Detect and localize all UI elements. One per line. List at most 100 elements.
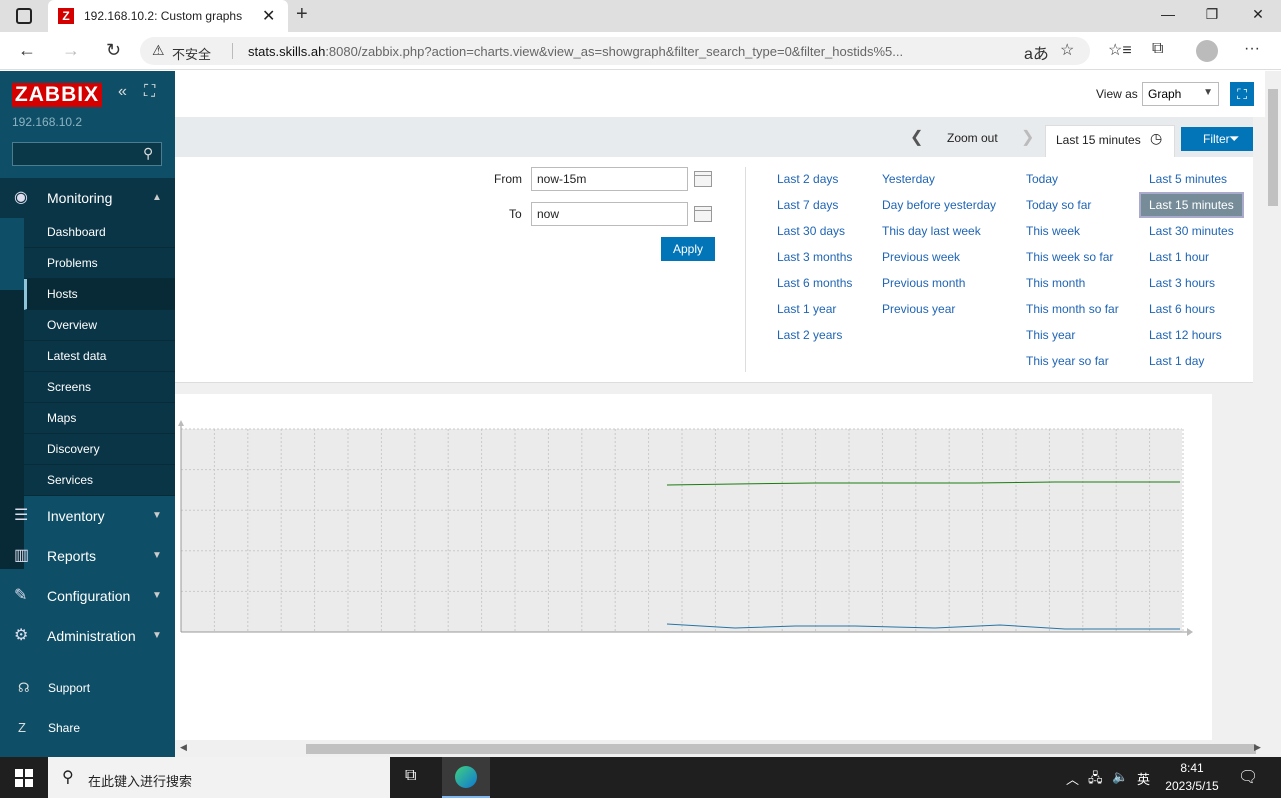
quick-range-link[interactable]: Last 3 hours — [1149, 276, 1215, 290]
from-input[interactable]: now-15m — [531, 167, 688, 191]
menu-inventory[interactable]: ☰ Inventory ▼ — [0, 496, 175, 536]
add-favorite-icon[interactable]: ☆ — [1060, 40, 1074, 60]
volume-icon[interactable]: 🔈 — [1112, 769, 1128, 785]
menu-monitoring[interactable]: ◉ Monitoring ▲ — [0, 178, 175, 218]
share-link[interactable]: Z Share — [0, 708, 175, 748]
quick-range-link[interactable]: Last 6 months — [777, 276, 852, 290]
sidebar-item-problems[interactable]: Problems — [24, 248, 175, 279]
quick-range-link[interactable]: Last 6 hours — [1149, 302, 1215, 316]
vertical-scrollbar[interactable] — [1265, 71, 1281, 757]
quick-range-link[interactable]: Last 1 day — [1149, 354, 1204, 368]
quick-range-link[interactable]: Yesterday — [882, 172, 935, 186]
menu-reports[interactable]: ▥ Reports ▼ — [0, 536, 175, 576]
quick-range-link[interactable]: This day last week — [882, 224, 981, 238]
url-text[interactable]: stats.skills.ah:8080/zabbix.php?action=c… — [248, 44, 903, 59]
notification-icon[interactable]: 🗨 — [1238, 767, 1258, 787]
quick-range-link[interactable]: This week — [1026, 224, 1080, 238]
zabbix-logo[interactable]: ZABBIX — [12, 83, 102, 107]
quick-range-link[interactable]: This month so far — [1026, 302, 1119, 316]
quick-range-link[interactable]: Last 2 days — [777, 172, 838, 186]
quick-range-link[interactable]: Last 30 days — [777, 224, 845, 238]
sidebar-item-services[interactable]: Services — [24, 465, 175, 496]
chevron-down-icon: ▼ — [152, 550, 162, 561]
quick-range-link[interactable]: Last 3 months — [777, 250, 852, 264]
browser-tab[interactable]: Z 192.168.10.2: Custom graphs ✕ — [48, 0, 288, 32]
quick-range-link[interactable]: Today so far — [1026, 198, 1091, 212]
quick-range-link[interactable]: Last 1 year — [777, 302, 836, 316]
collections-icon[interactable]: ⧉ — [1152, 40, 1163, 58]
sidebar-search-input[interactable]: ⚲ — [12, 142, 162, 166]
url-field[interactable]: ⚠ 不安全 stats.skills.ah:8080/zabbix.php?ac… — [140, 37, 1090, 65]
forward-icon[interactable]: → — [62, 40, 80, 61]
sidebar-item-discovery[interactable]: Discovery — [24, 434, 175, 465]
calendar-icon[interactable] — [694, 171, 712, 187]
quick-range-link[interactable]: Day before yesterday — [882, 198, 996, 212]
scroll-right-icon[interactable]: ▶ — [1254, 742, 1261, 753]
more-menu-icon[interactable]: ··· — [1244, 40, 1260, 58]
minimize-icon[interactable]: — — [1153, 6, 1183, 22]
profile-avatar[interactable] — [1196, 40, 1218, 62]
sidebar-item-screens[interactable]: Screens — [24, 372, 175, 403]
collapse-sidebar-icon[interactable]: « — [118, 83, 127, 101]
horizontal-scrollbar[interactable]: ◀ ▶ — [175, 740, 1265, 757]
custom-graph[interactable] — [175, 394, 1212, 740]
horizontal-scroll-thumb[interactable] — [306, 744, 1256, 754]
read-aloud-icon[interactable]: aあ — [1024, 40, 1049, 64]
edge-taskbar-icon[interactable] — [442, 757, 490, 798]
sidebar-item-dashboard[interactable]: Dashboard — [24, 217, 175, 248]
windows-start-icon[interactable] — [15, 769, 33, 787]
filter-button[interactable]: Filter ⏷ — [1181, 127, 1253, 151]
quick-range-link[interactable]: This month — [1026, 276, 1085, 290]
apply-button[interactable]: Apply — [661, 237, 715, 261]
kiosk-mode-icon[interactable]: ⛶ — [144, 83, 155, 101]
zoom-out-button[interactable]: Zoom out — [947, 131, 998, 145]
quick-range-link[interactable]: Previous month — [882, 276, 965, 290]
search-icon[interactable]: ⚲ — [143, 145, 153, 162]
vertical-scroll-thumb[interactable] — [1268, 89, 1278, 206]
refresh-icon[interactable]: ↻ — [106, 40, 121, 61]
sidebar-item-hosts[interactable]: Hosts — [24, 279, 175, 310]
back-icon[interactable]: ← — [18, 40, 36, 61]
fullscreen-icon[interactable]: ⛶ — [1230, 82, 1254, 106]
chevron-left-icon[interactable]: ❮ — [910, 127, 923, 147]
chevron-right-icon[interactable]: ❯ — [1021, 127, 1034, 147]
taskbar-date[interactable]: 2023/5/15 — [1158, 779, 1226, 793]
quick-range-link[interactable]: Last 15 minutes — [1139, 192, 1244, 218]
sidebar-item-maps[interactable]: Maps — [24, 403, 175, 434]
quick-range-link[interactable]: Last 1 hour — [1149, 250, 1209, 264]
quick-range-link[interactable]: Today — [1026, 172, 1058, 186]
task-view-icon[interactable]: ⧉ — [405, 767, 416, 785]
quick-range-link[interactable]: Last 7 days — [777, 198, 838, 212]
ime-indicator[interactable]: 英 — [1137, 769, 1150, 788]
sidebar-item-overview[interactable]: Overview — [24, 310, 175, 341]
menu-administration[interactable]: ⚙ Administration ▼ — [0, 616, 175, 656]
warning-icon[interactable]: ⚠ — [152, 42, 165, 59]
new-tab-icon[interactable]: + — [296, 3, 308, 26]
quick-range-link[interactable]: Last 5 minutes — [1149, 172, 1227, 186]
to-input[interactable]: now — [531, 202, 688, 226]
taskbar-search-input[interactable]: ⚲ 在此键入进行搜索 — [48, 757, 390, 798]
close-tab-icon[interactable]: ✕ — [262, 6, 275, 26]
quick-range-link[interactable]: This week so far — [1026, 250, 1113, 264]
quick-range-link[interactable]: Previous week — [882, 250, 960, 264]
quick-range-link[interactable]: Last 2 years — [777, 328, 842, 342]
quick-range-link[interactable]: Last 30 minutes — [1149, 224, 1234, 238]
tray-chevron-icon[interactable]: ︿ — [1066, 769, 1079, 788]
calendar-icon[interactable] — [694, 206, 712, 222]
view-as-select[interactable]: Graph ▼ — [1142, 82, 1219, 106]
menu-configuration[interactable]: ✎ Configuration ▼ — [0, 576, 175, 616]
quick-range-link[interactable]: This year so far — [1026, 354, 1109, 368]
quick-range-link[interactable]: This year — [1026, 328, 1075, 342]
restore-icon[interactable]: ❐ — [1197, 6, 1227, 23]
taskbar-time[interactable]: 8:41 — [1172, 761, 1212, 775]
network-icon[interactable]: 🖧 — [1088, 769, 1103, 791]
close-window-icon[interactable]: ✕ — [1243, 6, 1273, 23]
quick-range-link[interactable]: Last 12 hours — [1149, 328, 1222, 342]
quick-range-link[interactable]: Previous year — [882, 302, 955, 316]
support-link[interactable]: ☊ Support — [0, 668, 175, 708]
scroll-left-icon[interactable]: ◀ — [180, 742, 187, 753]
sidebar-item-latest-data[interactable]: Latest data — [24, 341, 175, 372]
time-range-tab[interactable]: Last 15 minutes ◷ — [1045, 125, 1175, 157]
favorites-icon[interactable]: ☆≡ — [1108, 40, 1132, 60]
tab-actions-icon[interactable] — [16, 8, 32, 24]
